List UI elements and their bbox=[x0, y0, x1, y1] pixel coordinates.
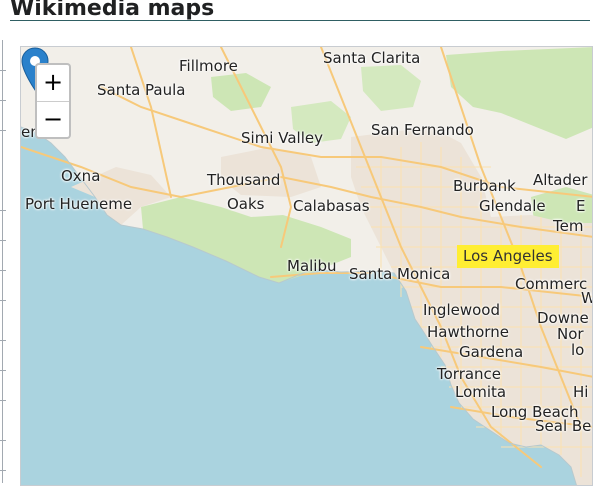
zoom-control: + − bbox=[35, 63, 71, 139]
zoom-in-button[interactable]: + bbox=[37, 65, 69, 102]
place-label-santa-paula: Santa Paula bbox=[97, 81, 186, 99]
place-label-el-monte: E bbox=[576, 197, 586, 215]
place-label-port-hueneme: Port Hueneme bbox=[25, 195, 133, 213]
place-label-calabasas: Calabasas bbox=[293, 197, 370, 215]
place-label-inglewood: Inglewood bbox=[423, 301, 500, 319]
sidebar-tick bbox=[0, 270, 6, 271]
place-label-los-angeles: Los Angeles bbox=[457, 245, 559, 268]
place-label-torrance: Torrance bbox=[437, 365, 502, 383]
place-label-temple-city: Tem bbox=[553, 217, 584, 235]
place-label-gardena: Gardena bbox=[459, 343, 524, 361]
sidebar-tick bbox=[0, 340, 6, 341]
place-label-oxnard: Oxna bbox=[61, 167, 101, 185]
place-label-burbank: Burbank bbox=[453, 177, 516, 195]
place-label-altadena: Altader bbox=[533, 171, 588, 189]
place-label-commerce: Commerc bbox=[515, 275, 588, 293]
sidebar-tick bbox=[0, 130, 6, 131]
place-label-hawthorne: Hawthorne bbox=[427, 323, 509, 341]
map-viewport[interactable]: Santa Clarita Fillmore Santa Paula Simi … bbox=[20, 46, 593, 486]
sidebar-tick bbox=[0, 370, 6, 371]
sidebar-tick bbox=[0, 300, 6, 301]
sidebar-tick bbox=[0, 440, 6, 441]
sidebar-tick bbox=[0, 100, 6, 101]
sidebar-tick bbox=[0, 400, 6, 401]
place-label-glendale: Glendale bbox=[479, 197, 546, 215]
sidebar-tick bbox=[0, 470, 6, 471]
place-label-seal-beach: Seal Be bbox=[535, 417, 592, 435]
sidebar-tick bbox=[0, 70, 6, 71]
place-label-lomita: Lomita bbox=[455, 383, 507, 401]
place-label-lowland: lo bbox=[571, 341, 585, 359]
sidebar-tick bbox=[0, 240, 6, 241]
sidebar-tick bbox=[0, 210, 6, 211]
place-label-whittier: W bbox=[581, 289, 592, 307]
zoom-out-button[interactable]: − bbox=[37, 102, 69, 137]
place-label-fillmore: Fillmore bbox=[179, 57, 238, 75]
place-label-san-fernando: San Fernando bbox=[371, 121, 474, 139]
place-label-thousand-oaks: Oaks bbox=[227, 195, 265, 213]
place-label-thousand-oaks: Thousand bbox=[207, 171, 281, 189]
place-label-simi-valley: Simi Valley bbox=[241, 129, 323, 147]
place-label-santa-monica: Santa Monica bbox=[349, 265, 451, 283]
sidebar-border bbox=[2, 40, 3, 483]
heading-divider bbox=[10, 20, 590, 21]
place-label-hi: Hi bbox=[573, 383, 589, 401]
place-label-malibu: Malibu bbox=[287, 257, 337, 275]
place-label-santa-clarita: Santa Clarita bbox=[323, 49, 421, 67]
